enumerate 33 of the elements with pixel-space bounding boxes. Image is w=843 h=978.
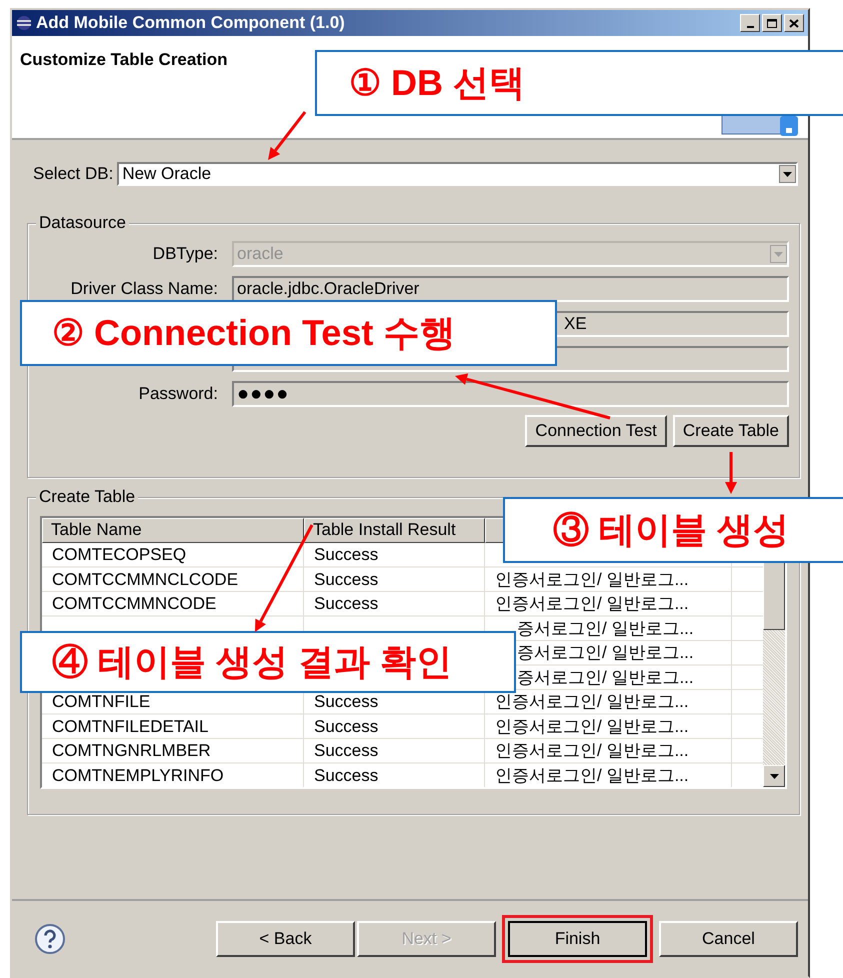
table-cell-text: Success bbox=[313, 544, 380, 566]
table-cell-text: 증서로그인/ 일반로그... bbox=[516, 666, 695, 688]
table-cell-text: Success bbox=[313, 740, 380, 762]
annotation-tooltip: ① DB 선택 bbox=[315, 50, 843, 116]
table-cell-text: 인증서로그인/ 일반로그... bbox=[494, 764, 690, 786]
table-cell-text: 인증서로그인/ 일반로그... bbox=[494, 716, 690, 738]
table-cell-text: 인증서로그인/ 일반로그... bbox=[494, 568, 690, 590]
field-label: DBType: bbox=[152, 244, 218, 264]
window-title: Add Mobile Common Component (1.0) bbox=[36, 13, 346, 33]
table-cell-text: COMTNFILE bbox=[51, 691, 152, 713]
table-cell-text: 증서로그인/ 일반로그... bbox=[516, 618, 695, 640]
table-cell-text: COMTNGNRLMBER bbox=[51, 740, 212, 762]
table-cell-text: Success bbox=[313, 593, 380, 615]
table-cell-text: 인증서로그인/ 일반로그... bbox=[494, 593, 690, 615]
table-cell-text: 증서로그인/ 일반로그... bbox=[516, 642, 695, 664]
field-label: Select DB: bbox=[33, 164, 114, 184]
annotation-tooltip: ② Connection Test 수행 bbox=[20, 300, 557, 366]
table-cell-text: COMTNEMPLYRINFO bbox=[51, 764, 225, 786]
table-cell-text: Success bbox=[313, 568, 380, 590]
table-cell-text: Success bbox=[313, 716, 380, 738]
table-cell-text: Success bbox=[313, 691, 380, 713]
table-cell-text: COMTNFILEDETAIL bbox=[51, 716, 210, 738]
annotation-tooltip: ③ 테이블 생성 bbox=[503, 497, 843, 563]
table-cell-text: 인증서로그인/ 일반로그... bbox=[494, 740, 690, 762]
annotation-tooltip: ④ 테이블 생성 결과 확인 bbox=[20, 631, 516, 693]
table-cell-text: COMTCCMMNCODE bbox=[51, 593, 218, 615]
table-cell-text: Success bbox=[313, 764, 380, 786]
table-cell-text: 인증서로그인/ 일반로그... bbox=[494, 691, 690, 713]
field-label: Driver Class Name: bbox=[70, 279, 218, 299]
table-cell-text: COMTCCMMNCLCODE bbox=[51, 568, 240, 590]
page-title: Customize Table Creation bbox=[20, 50, 228, 70]
field-label: Password: bbox=[138, 384, 218, 404]
table-cell-text: COMTECOPSEQ bbox=[51, 544, 188, 566]
